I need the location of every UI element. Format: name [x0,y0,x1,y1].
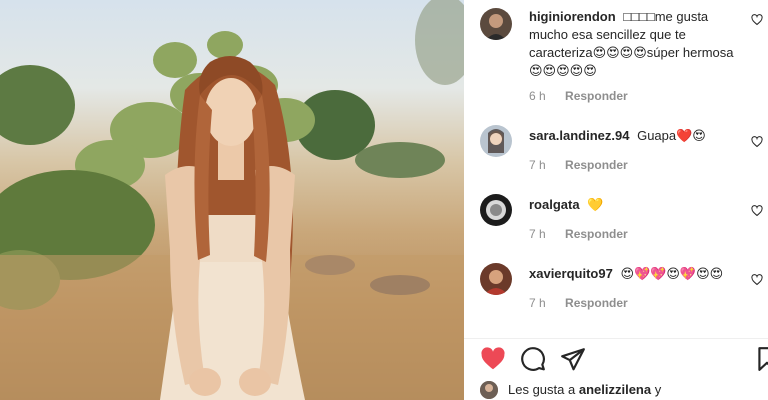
likes-username[interactable]: anelizzilena [579,382,651,397]
heart-outline-icon[interactable] [751,14,763,26]
comment-username[interactable]: higiniorendon [529,9,616,24]
likes-suffix: y [654,382,662,397]
post-actions-bar [480,346,768,374]
heart-filled-icon[interactable] [480,346,506,372]
likes-prefix: Les gusta a [508,382,576,397]
comments-panel: higiniorendon □□□□me gusta mucho esa sen… [464,0,768,400]
comment-body: higiniorendon □□□□me gusta mucho esa sen… [529,8,747,80]
avatar[interactable] [480,8,512,40]
avatar[interactable] [480,381,498,399]
heart-outline-icon[interactable] [751,205,763,217]
comment-text: 😍💖💖😍💖😍😍 [620,266,724,281]
avatar-image [480,8,512,40]
reply-button[interactable]: Responder [565,227,628,241]
avatar[interactable] [480,125,512,157]
avatar[interactable] [480,263,512,295]
comment-username[interactable]: sara.landinez.94 [529,128,629,143]
reply-button[interactable]: Responder [565,158,628,172]
comment-username[interactable]: xavierquito97 [529,266,613,281]
comment-body: xavierquito97 😍💖💖😍💖😍😍 [529,265,747,283]
comment-time[interactable]: 7 h [529,296,546,310]
comment-username[interactable]: roalgata [529,197,580,212]
comment-meta: 7 h Responder [529,296,628,310]
post-photo[interactable] [0,0,464,400]
post-photo-illustration [0,0,464,400]
comment-body: sara.landinez.94 Guapa❤️😍 [529,127,747,145]
instagram-post-view: higiniorendon □□□□me gusta mucho esa sen… [0,0,768,400]
comment-time[interactable]: 7 h [529,227,546,241]
comment-meta: 7 h Responder [529,227,628,241]
comment-text: Guapa❤️😍 [637,128,706,143]
reply-button[interactable]: Responder [565,296,628,310]
avatar-image [480,194,512,226]
avatar-image [480,125,512,157]
comment-time[interactable]: 7 h [529,158,546,172]
avatar[interactable] [480,194,512,226]
heart-outline-icon[interactable] [751,136,763,148]
bookmark-icon[interactable] [754,346,768,372]
avatar-image [480,263,512,295]
divider [464,338,768,339]
comment-body: roalgata 💛 [529,196,747,214]
avatar-image [480,381,498,399]
paper-plane-icon[interactable] [560,346,586,372]
comment-bubble-icon[interactable] [520,346,546,372]
heart-outline-icon[interactable] [751,274,763,286]
comment-text: 💛 [587,197,604,212]
comment-meta: 6 h Responder [529,89,628,103]
comment-meta: 7 h Responder [529,158,628,172]
likes-text: Les gusta a anelizzilena y [508,382,661,397]
reply-button[interactable]: Responder [565,89,628,103]
comment-time[interactable]: 6 h [529,89,546,103]
